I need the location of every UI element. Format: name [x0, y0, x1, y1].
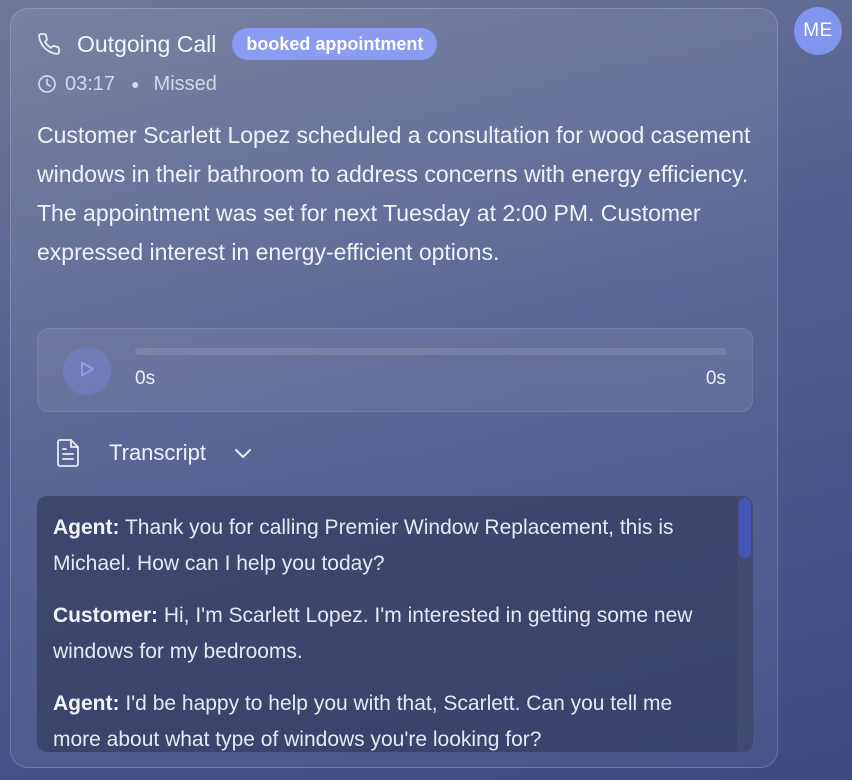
call-status: Missed [153, 72, 217, 95]
speaker-label: Agent: [53, 516, 120, 539]
audio-player: 0s 0s [37, 328, 753, 412]
avatar[interactable]: ME [794, 7, 842, 55]
chevron-down-icon [232, 442, 254, 464]
transcript-label: Transcript [109, 440, 206, 465]
call-title: Outgoing Call [77, 30, 217, 57]
transcript-scrollbar[interactable] [737, 496, 753, 752]
call-summary: Customer Scarlett Lopez scheduled a cons… [37, 122, 751, 265]
speaker-label: Agent: [53, 692, 120, 715]
play-icon [77, 359, 97, 384]
speaker-label: Customer: [53, 604, 159, 627]
scrollbar-thumb[interactable] [739, 498, 751, 558]
transcript-panel[interactable]: Agent: Thank you for calling Premier Win… [37, 496, 753, 752]
call-header: Outgoing Call booked appointment [37, 27, 438, 61]
status-badge: booked appointment [232, 28, 438, 60]
call-card: Outgoing Call booked appointment 03:17 ●… [10, 8, 778, 768]
play-button[interactable] [63, 347, 111, 395]
separator-dot: ● [131, 76, 140, 92]
phone-icon [37, 31, 63, 57]
transcript-line: Agent: Thank you for calling Premier Win… [53, 510, 713, 582]
transcript-text: Thank you for calling Premier Window Rep… [53, 516, 674, 575]
current-time: 0s [135, 368, 156, 389]
total-time: 0s [705, 368, 726, 389]
transcript-text: I'd be happy to help you with that, Scar… [53, 692, 673, 751]
audio-progress-track[interactable] [135, 348, 727, 355]
call-meta: 03:17 ● Missed [37, 71, 217, 97]
document-icon [55, 437, 83, 469]
clock-icon [37, 74, 57, 94]
transcript-line: Agent: I'd be happy to help you with tha… [53, 686, 713, 752]
call-duration: 03:17 [65, 72, 116, 95]
transcript-toggle[interactable]: Transcript [55, 436, 254, 470]
transcript-line: Customer: Hi, I'm Scarlett Lopez. I'm in… [53, 598, 713, 670]
